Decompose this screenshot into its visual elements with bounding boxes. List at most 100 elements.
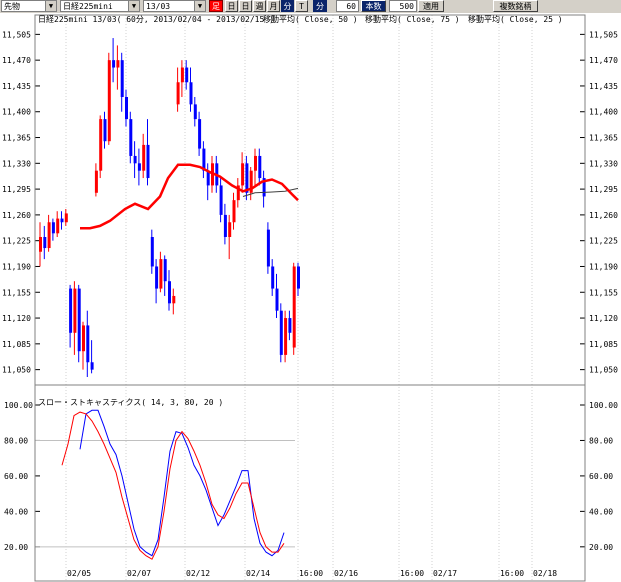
candle-body — [163, 259, 167, 282]
candle-body — [142, 144, 146, 171]
price-tick-label: 11,190 — [589, 262, 618, 271]
candle-body — [39, 237, 42, 252]
candle-body — [189, 82, 193, 105]
price-tick-label: 11,470 — [2, 56, 31, 65]
price-tick-label: 11,120 — [589, 314, 618, 323]
candle-body — [73, 288, 77, 333]
candle-body — [94, 170, 98, 193]
candle-body — [288, 318, 292, 333]
week-button[interactable]: 週 — [253, 0, 266, 12]
candle-body — [172, 295, 176, 304]
candle-body — [266, 229, 270, 267]
stoch-tick-label: 80.00 — [589, 436, 613, 445]
price-tick-label: 11,435 — [2, 82, 31, 91]
candle-body — [155, 266, 159, 289]
apply-button[interactable]: 適用 — [418, 0, 444, 12]
candle-body — [146, 144, 150, 179]
candle-body — [232, 200, 236, 223]
bar-count-input[interactable]: 500 — [389, 0, 417, 12]
candle-body — [56, 218, 60, 234]
daily-bar-button[interactable]: 日 — [225, 0, 238, 12]
price-tick-label: 11,330 — [589, 159, 618, 168]
price-tick-label: 11,260 — [2, 211, 31, 220]
time-tick-label: 02/18 — [533, 569, 557, 578]
time-tick-label: 02/12 — [186, 569, 210, 578]
candle-body — [43, 237, 47, 249]
candle-body — [64, 213, 68, 223]
chart-toolbar: 先物 ▼ 日経225mini ▼ 13/03 ▼ 足 日 日 週 月 分 T 分… — [0, 0, 621, 14]
candle-body — [297, 266, 300, 289]
chevron-down-icon[interactable]: ▼ — [45, 1, 56, 11]
month-button[interactable]: 月 — [267, 0, 280, 12]
price-tick-label: 11,365 — [589, 134, 618, 143]
time-tick-label: 16:00 — [500, 569, 524, 578]
symbol-select-value: 日経225mini — [63, 2, 113, 11]
candle-body — [120, 60, 124, 97]
stoch-tick-label: 100.00 — [4, 401, 33, 410]
candle-body — [180, 67, 184, 83]
candle-body — [86, 325, 90, 363]
candle-body — [150, 237, 154, 267]
multi-symbol-button[interactable]: 複数銘柄 — [493, 0, 538, 12]
candle-body — [168, 281, 171, 304]
contract-select[interactable]: 13/03 ▼ — [143, 0, 206, 12]
candle-body — [176, 82, 180, 105]
stochastic-title: スロー・ストキャスティクス( 14, 3, 80, 20 ) — [38, 398, 223, 407]
stoch-tick-label: 60.00 — [4, 472, 28, 481]
chevron-down-icon[interactable]: ▼ — [128, 1, 139, 11]
price-tick-label: 11,295 — [2, 185, 31, 194]
minute-unit-label: 分 — [313, 0, 327, 12]
contract-select-value: 13/03 — [146, 2, 171, 11]
price-tick-label: 11,330 — [2, 159, 31, 168]
candle-body — [284, 318, 288, 355]
tick-button[interactable]: T — [295, 0, 308, 12]
stoch-tick-label: 60.00 — [589, 472, 613, 481]
stoch-tick-label: 80.00 — [4, 436, 28, 445]
time-tick-label: 02/07 — [127, 569, 151, 578]
stoch-tick-label: 20.00 — [4, 543, 28, 552]
symbol-select[interactable]: 日経225mini ▼ — [60, 0, 140, 12]
price-tick-label: 11,085 — [2, 340, 31, 349]
price-tick-label: 11,085 — [589, 340, 618, 349]
candle-body — [47, 222, 51, 249]
time-tick-label: 02/05 — [67, 569, 91, 578]
price-tick-label: 11,505 — [589, 30, 618, 39]
candle-body — [292, 266, 296, 348]
stoch-tick-label: 20.00 — [589, 543, 613, 552]
candle-body — [254, 155, 257, 171]
candle-body — [99, 119, 103, 171]
candle-body — [279, 310, 283, 355]
candle-body — [51, 222, 55, 234]
price-tick-label: 11,295 — [589, 185, 618, 194]
time-tick-label: 16:00 — [299, 569, 323, 578]
bar-count-label: 本数 — [361, 0, 386, 12]
candle-body — [107, 60, 111, 142]
minute-button[interactable]: 分 — [281, 0, 294, 12]
price-tick-label: 11,225 — [589, 237, 618, 246]
candle-body — [60, 218, 64, 223]
candle-body — [271, 266, 275, 289]
market-select[interactable]: 先物 ▼ — [1, 0, 57, 12]
ma75-label: 移動平均( Close, 75 ) — [365, 14, 460, 24]
chart-canvas: 日経225mini 13/03( 60分, 2013/02/04 - 2013/… — [0, 13, 621, 582]
price-tick-label: 11,400 — [589, 108, 618, 117]
candle-body — [125, 97, 128, 120]
bar-type-button[interactable]: 足 — [209, 0, 223, 12]
candle-body — [223, 214, 227, 237]
time-tick-label: 02/14 — [246, 569, 270, 578]
price-tick-label: 11,225 — [2, 237, 31, 246]
candle-body — [116, 60, 120, 68]
candle-body — [90, 362, 94, 370]
candle-body — [185, 67, 189, 83]
price-tick-label: 11,155 — [589, 288, 618, 297]
market-select-value: 先物 — [4, 2, 20, 11]
candle-body — [275, 288, 279, 311]
chevron-down-icon[interactable]: ▼ — [194, 1, 205, 11]
candle-body — [258, 155, 262, 179]
price-tick-label: 11,050 — [589, 366, 618, 375]
interval-input[interactable]: 60 — [336, 0, 359, 12]
candle-body — [82, 325, 85, 352]
candle-body — [133, 155, 137, 164]
candle-body — [137, 163, 141, 171]
day-button[interactable]: 日 — [239, 0, 252, 12]
